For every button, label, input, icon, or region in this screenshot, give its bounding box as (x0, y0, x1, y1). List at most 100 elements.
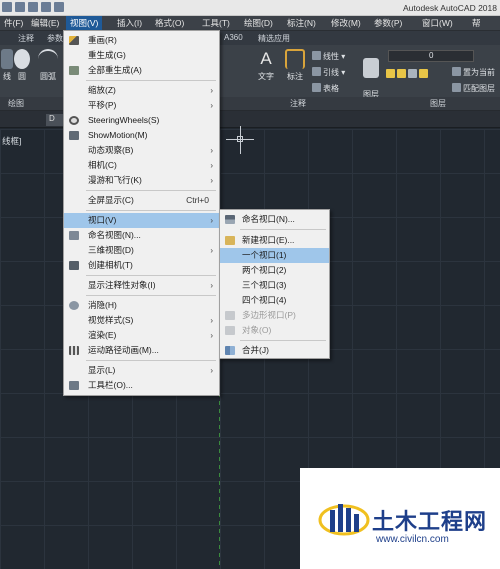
menu-modify[interactable]: 修改(M) (327, 16, 365, 31)
circle-tool-label: 圆 (18, 72, 26, 81)
viewports-submenu: 命名视口(N)... 新建视口(E)... 一个视口(1) 两个视口(2) 三个… (219, 209, 330, 359)
dimension-tool[interactable]: 标注 (282, 49, 308, 82)
dimension-tool-label: 标注 (287, 72, 303, 81)
menu-separator (86, 295, 216, 296)
submenu-item-four-viewports[interactable]: 四个视口(4) (220, 293, 329, 308)
text-tool[interactable]: A 文字 (254, 49, 278, 82)
submenu-item-two-viewports[interactable]: 两个视口(2) (220, 263, 329, 278)
app-title: Autodesk AutoCAD 2018 (402, 3, 497, 13)
steeringwheels-icon (69, 116, 79, 125)
print-icon[interactable] (28, 2, 38, 12)
menu-parametric[interactable]: 参数(P) (370, 16, 406, 31)
menu-item-display[interactable]: 显示(L) › (64, 363, 219, 378)
menu-item-3d-views[interactable]: 三维视图(D) › (64, 243, 219, 258)
title-bar: Autodesk AutoCAD 2018 (0, 0, 500, 16)
tab-featured-apps[interactable]: 精选应用 (258, 33, 290, 44)
menu-item-camera[interactable]: 相机(C) › (64, 158, 219, 173)
menu-item-redraw[interactable]: 重画(R) (64, 33, 219, 48)
join-icon (225, 346, 235, 355)
menu-item-toolbars[interactable]: 工具栏(O)... (64, 378, 219, 393)
menu-item-orbit[interactable]: 动态观察(B) › (64, 143, 219, 158)
menu-item-viewports[interactable]: 视口(V) › (64, 213, 219, 228)
motion-path-icon (69, 346, 79, 355)
menu-item-steeringwheels[interactable]: SteeringWheels(S) (64, 113, 219, 128)
menu-view[interactable]: 视图(V) (66, 16, 103, 31)
submenu-arrow-icon: › (210, 146, 213, 155)
menu-item-showmotion[interactable]: ShowMotion(M) (64, 128, 219, 143)
menu-draw[interactable]: 绘图(D) (240, 16, 277, 31)
set-current-layer-tool[interactable]: 置为当前 (452, 67, 495, 78)
menu-item-walk-fly[interactable]: 漫游和飞行(K) › (64, 173, 219, 188)
leader-tool[interactable]: 引线 ▾ (312, 67, 345, 78)
menu-window[interactable]: 窗口(W) (418, 16, 457, 31)
named-views-icon (69, 231, 79, 240)
menu-item-motion-path[interactable]: 运动路径动画(M)... (64, 343, 219, 358)
menu-item-regen-all[interactable]: 全部重生成(A) (64, 63, 219, 78)
save-icon[interactable] (2, 2, 12, 12)
menu-format[interactable]: 格式(O) (151, 16, 188, 31)
submenu-arrow-icon: › (210, 216, 213, 225)
text-icon: A (260, 49, 272, 68)
menu-dimension[interactable]: 标注(N) (283, 16, 320, 31)
table-tool[interactable]: 表格 (312, 83, 339, 94)
panel-draw-label[interactable]: 绘图 (8, 98, 24, 109)
panel-annotate-label[interactable]: 注释 (290, 98, 306, 109)
watermark-logo-icon (318, 504, 370, 536)
menu-separator (240, 229, 326, 230)
submenu-item-named-viewports[interactable]: 命名视口(N)... (220, 212, 329, 227)
menu-help[interactable]: 帮 (468, 16, 485, 31)
submenu-item-three-viewports[interactable]: 三个视口(3) (220, 278, 329, 293)
menu-item-named-views[interactable]: 命名视图(N)... (64, 228, 219, 243)
submenu-item-one-viewport[interactable]: 一个视口(1) (220, 248, 329, 263)
submenu-item-object-viewport[interactable]: 对象(O) (220, 323, 329, 338)
save-as-icon[interactable] (15, 2, 25, 12)
tab-annotate[interactable]: 注释 (18, 33, 34, 44)
menu-separator (240, 340, 326, 341)
regen-all-icon (69, 66, 79, 75)
menu-separator (86, 360, 216, 361)
menu-file[interactable]: 件(F) (0, 16, 27, 31)
menu-item-zoom[interactable]: 缩放(Z) › (64, 83, 219, 98)
quick-access-toolbar[interactable] (2, 2, 64, 12)
menu-item-create-camera[interactable]: 创建相机(T) (64, 258, 219, 273)
camera-icon (69, 261, 79, 270)
menu-item-annotative-objects[interactable]: 显示注释性对象(I) › (64, 278, 219, 293)
match-layer-tool[interactable]: 匹配图层 (452, 83, 495, 94)
lock-icon (408, 69, 417, 78)
menu-item-pan[interactable]: 平移(P) › (64, 98, 219, 113)
menu-item-regen[interactable]: 重生成(G) (64, 48, 219, 63)
tab-a360[interactable]: A360 (224, 33, 243, 42)
submenu-item-new-viewport[interactable]: 新建视口(E)... (220, 233, 329, 248)
menu-edit[interactable]: 编辑(E) (27, 16, 63, 31)
viewport-label[interactable]: 线框] (2, 135, 21, 147)
menu-item-visual-styles[interactable]: 视觉样式(S) › (64, 313, 219, 328)
circle-tool[interactable]: 圆 (12, 49, 32, 82)
tab-parametric[interactable]: 参数 (47, 33, 63, 44)
redraw-icon (69, 36, 79, 45)
menu-insert[interactable]: 插入(I) (113, 16, 146, 31)
undo-icon[interactable] (41, 2, 51, 12)
set-current-icon (452, 67, 461, 76)
menu-tools[interactable]: 工具(T) (198, 16, 234, 31)
object-viewport-icon (225, 326, 235, 335)
submenu-arrow-icon: › (210, 176, 213, 185)
submenu-item-polygon-viewport[interactable]: 多边形视口(P) (220, 308, 329, 323)
submenu-arrow-icon: › (210, 161, 213, 170)
arc-tool[interactable]: 圆弧 (36, 49, 60, 82)
redo-icon[interactable] (54, 2, 64, 12)
submenu-arrow-icon: › (210, 331, 213, 340)
layer-dropdown[interactable]: 0 (388, 50, 474, 62)
layer-state-icons[interactable] (386, 69, 430, 79)
linear-dim-tool[interactable]: 线性 ▾ (312, 51, 345, 62)
text-tool-label: 文字 (258, 72, 274, 81)
new-viewport-icon (225, 236, 235, 245)
submenu-arrow-icon: › (210, 316, 213, 325)
crosshair-pickbox (237, 136, 243, 142)
submenu-item-join[interactable]: 合并(J) (220, 343, 329, 358)
polygon-viewport-icon (225, 311, 235, 320)
menu-item-hide[interactable]: 消隐(H) (64, 298, 219, 313)
panel-layers-label[interactable]: 图层 (430, 98, 446, 109)
submenu-arrow-icon: › (210, 246, 213, 255)
menu-item-fullscreen[interactable]: 全屏显示(C) Ctrl+0 (64, 193, 219, 208)
menu-item-render[interactable]: 渲染(E) › (64, 328, 219, 343)
